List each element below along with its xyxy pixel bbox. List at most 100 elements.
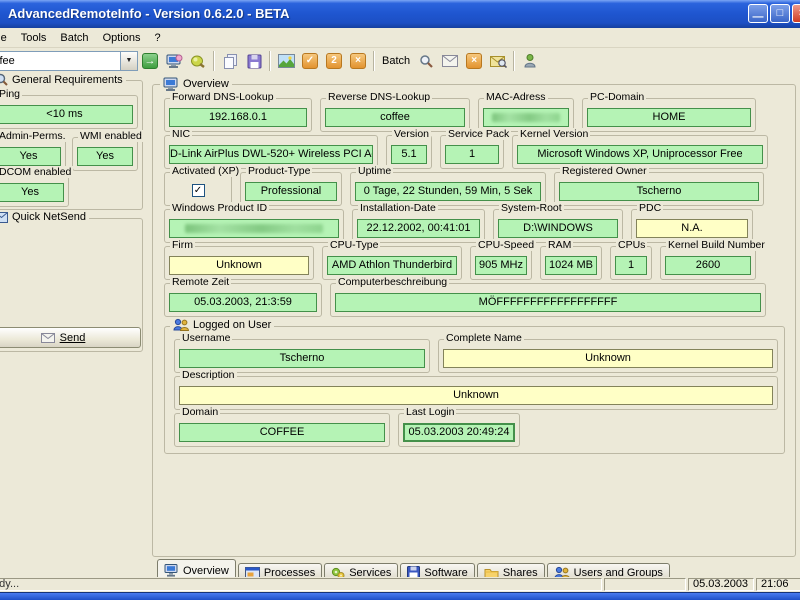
dcom-enabled-field[interactable]: Yes	[0, 183, 64, 202]
chevron-down-icon[interactable]: ▼	[120, 52, 137, 70]
service-pack-field[interactable]: 1	[445, 145, 499, 164]
menu-options[interactable]: Options	[96, 30, 148, 46]
username-field[interactable]: Tscherno	[179, 349, 425, 368]
cpus-group: CPUs 1	[610, 246, 652, 280]
activated-xp-checkbox[interactable]: ✓	[192, 184, 205, 197]
last-login-group: Last Login 05.03.2003 20:49:24	[398, 413, 520, 447]
person-icon	[524, 54, 536, 68]
reverse-dns-label: Reverse DNS-Lookup	[326, 91, 432, 103]
batch-netsend-button[interactable]	[439, 50, 461, 72]
ram-field[interactable]: 1024 MB	[545, 256, 597, 275]
dcom-enabled-label: DCOM enabled	[0, 166, 73, 178]
connect-button[interactable]: →	[139, 50, 161, 72]
nic-field[interactable]: D-Link AirPlus DWL-520+ Wireless PCI Ada…	[169, 145, 373, 164]
pc-domain-group: PC-Domain HOME	[582, 98, 756, 132]
pdc-field[interactable]: N.A.	[636, 219, 748, 238]
check-all-button[interactable]: ✓	[299, 50, 321, 72]
menu-tools[interactable]: Tools	[14, 30, 54, 46]
cpu-speed-field[interactable]: 905 MHz	[475, 256, 527, 275]
kernel-build-group: Kernel Build Number 2600	[660, 246, 756, 280]
status-message: Ready...	[0, 578, 602, 591]
batch-search-button[interactable]	[415, 50, 437, 72]
forward-dns-label: Forward DNS-Lookup	[170, 91, 276, 103]
uncheck-all-icon: ×	[350, 53, 366, 69]
status-panel-empty	[604, 578, 686, 591]
uptime-field[interactable]: 0 Tage, 22 Stunden, 59 Min, 5 Sek	[355, 182, 541, 201]
uncheck-all-button[interactable]: ×	[347, 50, 369, 72]
maximize-button[interactable]: □	[770, 4, 790, 23]
send-button[interactable]: Send	[0, 327, 141, 348]
logged-on-user-title: Logged on User	[193, 319, 271, 331]
installation-date-field[interactable]: 22.12.2002, 00:41:01	[357, 219, 480, 238]
user-description-group: Description Unknown	[174, 376, 778, 410]
send-mail-icon	[41, 333, 55, 343]
last-login-label: Last Login	[404, 406, 456, 418]
cpu-type-field[interactable]: AMD Athlon Thunderbird	[327, 256, 457, 275]
version-group: Version 5.1	[386, 135, 432, 169]
remove-icon: ×	[466, 53, 482, 69]
wmi-enabled-field[interactable]: Yes	[77, 147, 133, 166]
batch-label: Batch	[382, 55, 410, 67]
domain-field[interactable]: COFFEE	[179, 423, 385, 442]
user-button[interactable]	[519, 50, 541, 72]
forward-dns-group: Forward DNS-Lookup 192.168.0.1	[164, 98, 312, 132]
batch-remove-button[interactable]: ×	[463, 50, 485, 72]
report-button[interactable]	[275, 50, 297, 72]
wmi-enabled-label: WMI enabled	[78, 130, 144, 142]
system-root-group: System-Root D:\WINDOWS	[493, 209, 623, 243]
username-label: Username	[180, 332, 232, 344]
registered-owner-field[interactable]: Tscherno	[559, 182, 759, 201]
rescan-host-button[interactable]	[187, 50, 209, 72]
kernel-build-field[interactable]: 2600	[665, 256, 751, 275]
tab-label: Overview	[183, 565, 229, 577]
cpus-field[interactable]: 1	[615, 256, 647, 275]
mail-search-button[interactable]	[487, 50, 509, 72]
product-type-field[interactable]: Professional	[245, 182, 337, 201]
mac-address-field[interactable]	[483, 108, 569, 127]
host-combobox[interactable]: coffee ▼	[0, 51, 138, 71]
version-field[interactable]: 5.1	[391, 145, 427, 164]
copy-button[interactable]	[219, 50, 241, 72]
menu-help[interactable]: ?	[147, 30, 167, 46]
computer-info-button[interactable]	[163, 50, 185, 72]
kernel-version-group: Kernel Version Microsoft Windows XP, Uni…	[512, 135, 768, 169]
cpu-type-group: CPU-Type AMD Athlon Thunderbird	[322, 246, 462, 280]
windows-product-id-group: Windows Product ID	[164, 209, 344, 243]
system-root-field[interactable]: D:\WINDOWS	[498, 219, 618, 238]
invert-selection-icon: 2	[326, 53, 342, 69]
ping-field[interactable]: <10 ms	[0, 105, 133, 124]
version-label: Version	[392, 128, 431, 140]
toolbar-separator	[513, 51, 515, 71]
last-login-field[interactable]: 05.03.2003 20:49:24	[403, 423, 515, 442]
kernel-version-field[interactable]: Microsoft Windows XP, Uniprocessor Free	[517, 145, 763, 164]
netsend-icon	[0, 212, 8, 223]
save-button[interactable]	[243, 50, 265, 72]
uptime-label: Uptime	[356, 165, 393, 177]
status-bar: Ready... 05.03.2003 21:06	[0, 577, 800, 592]
reverse-dns-field[interactable]: coffee	[325, 108, 465, 127]
kernel-build-label: Kernel Build Number	[666, 239, 767, 251]
forward-dns-field[interactable]: 192.168.0.1	[169, 108, 307, 127]
toolbar-separator	[373, 51, 375, 71]
complete-name-label: Complete Name	[444, 332, 524, 344]
user-description-field[interactable]: Unknown	[179, 386, 773, 405]
menu-batch[interactable]: Batch	[53, 30, 95, 46]
windows-product-id-field[interactable]	[169, 219, 339, 238]
censored-value	[185, 224, 323, 233]
close-button[interactable]: ×	[792, 4, 800, 23]
complete-name-field[interactable]: Unknown	[443, 349, 773, 368]
minimize-button[interactable]: —	[748, 4, 768, 23]
computer-description-field[interactable]: MÖFFFFFFFFFFFFFFFFFF	[335, 293, 761, 312]
quick-netsend-title: Quick NetSend	[12, 211, 86, 223]
service-pack-label: Service Pack	[446, 128, 511, 140]
admin-perms-field[interactable]: Yes	[0, 147, 61, 166]
overview-row-1: Forward DNS-Lookup 192.168.0.1 Reverse D…	[164, 98, 785, 132]
logged-user-row-2: Description Unknown	[174, 376, 775, 410]
host-combobox-value[interactable]: coffee	[0, 52, 120, 70]
remote-time-field[interactable]: 05.03.2003, 21:3:59	[169, 293, 317, 312]
domain-group: Domain COFFEE	[174, 413, 390, 447]
firm-field[interactable]: Unknown	[169, 256, 309, 275]
pc-domain-field[interactable]: HOME	[587, 108, 751, 127]
invert-selection-button[interactable]: 2	[323, 50, 345, 72]
menu-file[interactable]: File	[0, 30, 14, 46]
